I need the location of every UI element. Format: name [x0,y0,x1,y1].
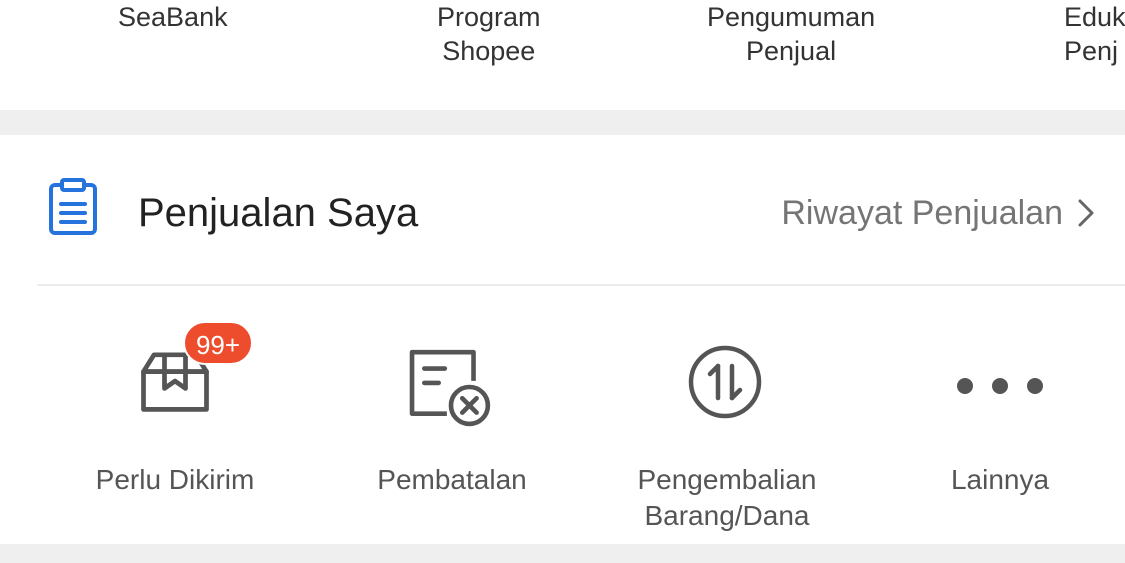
sales-history-label: Riwayat Penjualan [781,193,1063,232]
sales-history-link[interactable]: Riwayat Penjualan [781,192,1095,234]
shortcut-label: Penj [1064,36,1119,66]
shortcut-row: SeaBank Program Shopee Pengumuman Penjua… [0,0,1125,110]
clipboard-icon [49,178,97,235]
shortcut-seabank[interactable]: SeaBank [118,0,228,34]
action-label: Perlu Dikirim [75,462,275,498]
action-pengembalian[interactable]: Pengembalian Barang/Dana [612,286,842,544]
action-label: Pembatalan [352,462,552,498]
section-title: Penjualan Saya [138,191,419,235]
shortcut-label: SeaBank [118,2,228,32]
action-label-line: Pembatalan [377,464,527,495]
more-dots-icon [957,378,1043,394]
shortcut-label: Shopee [442,36,536,66]
action-pembatalan[interactable]: Pembatalan [352,286,552,544]
shortcut-label: Eduk [1064,2,1125,32]
shortcut-label: Pengumuman [707,2,876,32]
shortcut-label: Program [437,2,541,32]
action-perlu-dikirim[interactable]: Perlu Dikirim [75,286,275,544]
section-separator [0,110,1125,135]
chevron-right-icon [1078,199,1094,227]
return-arrows-icon [688,345,762,419]
shortcut-pengumuman-penjual[interactable]: Pengumuman Penjual [707,0,875,68]
action-label-line: Lainnya [950,464,1050,495]
action-label: Pengembalian Barang/Dana [612,462,842,534]
cancel-document-icon [409,349,491,427]
notification-badge: 99+ [183,321,253,365]
action-label-line: Perlu Dikirim [95,464,255,495]
shortcut-label: Penjual [746,36,837,66]
action-lainnya[interactable]: Lainnya [900,286,1100,544]
action-label: Lainnya [900,462,1100,498]
action-label-line: Barang/Dana [644,500,810,531]
section-separator [0,544,1125,563]
shortcut-edukasi-penjual[interactable]: Eduk Penj [1064,0,1125,68]
shortcut-program-shopee[interactable]: Program Shopee [437,0,541,68]
action-label-line: Pengembalian [637,464,817,495]
